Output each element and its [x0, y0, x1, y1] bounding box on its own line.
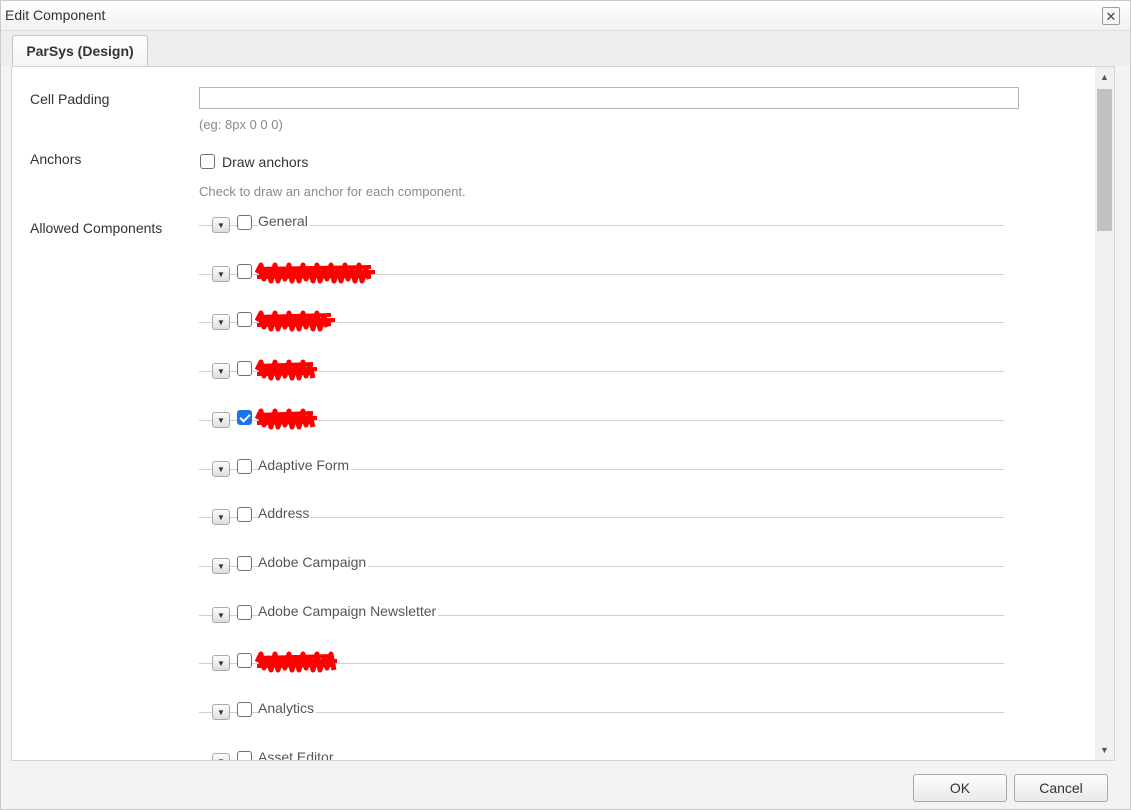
design-panel: Cell Padding (eg: 8px 0 0 0) Anchors Dra…: [11, 66, 1115, 761]
component-group-checkbox[interactable]: [237, 605, 252, 620]
expand-triangle-down-icon[interactable]: ▼: [212, 363, 230, 379]
cell-padding-input[interactable]: [199, 87, 1019, 109]
expand-triangle-down-icon[interactable]: ▼: [212, 461, 230, 477]
component-group-checkbox[interactable]: [237, 751, 252, 760]
component-group-row: ▼ Analytics: [199, 699, 1004, 723]
row-divider: [199, 517, 1004, 518]
component-group-row: ▼ Adobe Campaign Newsletter: [199, 602, 1004, 626]
ok-button[interactable]: OK: [913, 774, 1007, 802]
tab-parsys-design[interactable]: ParSys (Design): [12, 35, 148, 66]
row-divider: [199, 712, 1004, 713]
component-group-checkbox[interactable]: [237, 556, 252, 571]
component-group-checkbox[interactable]: [237, 361, 252, 376]
expand-triangle-down-icon[interactable]: ▼: [212, 655, 230, 671]
cell-padding-hint: (eg: 8px 0 0 0): [199, 117, 283, 132]
component-group-row: ▼: [199, 358, 1004, 382]
dialog-title: Edit Component: [5, 7, 106, 23]
component-group-checkbox[interactable]: [237, 653, 252, 668]
component-group-checkbox[interactable]: [237, 215, 252, 230]
component-group-label[interactable]: Adaptive Form: [258, 457, 352, 473]
expand-triangle-down-icon[interactable]: ▼: [212, 314, 230, 330]
draw-anchors-checkbox[interactable]: [200, 154, 215, 169]
redaction-scribble: [255, 310, 336, 332]
tab-strip: ParSys (Design): [1, 31, 1130, 66]
component-group-row: ▼: [199, 407, 1004, 431]
component-group-checkbox[interactable]: [237, 410, 252, 425]
scroll-down-arrow-icon[interactable]: ▼: [1095, 740, 1114, 760]
component-group-checkbox[interactable]: [237, 507, 252, 522]
component-group-row: ▼: [199, 650, 1004, 674]
cell-padding-label: Cell Padding: [30, 91, 110, 107]
row-divider: [199, 225, 1004, 226]
component-group-row: ▼ General: [199, 212, 1004, 236]
component-group-row: ▼: [199, 309, 1004, 333]
anchors-label: Anchors: [30, 151, 82, 167]
component-group-label[interactable]: General: [258, 213, 310, 229]
redaction-scribble: [255, 651, 338, 673]
scroll-thumb[interactable]: [1097, 89, 1112, 231]
expand-triangle-down-icon[interactable]: ▼: [212, 412, 230, 428]
expand-triangle-down-icon[interactable]: ▼: [212, 509, 230, 525]
expand-triangle-down-icon[interactable]: ▼: [212, 266, 230, 282]
edit-component-dialog: Edit Component ✕ ParSys (Design) Cell Pa…: [0, 0, 1131, 810]
component-group-label[interactable]: Adobe Campaign Newsletter: [258, 603, 439, 619]
component-group-row: ▼ Asset Editor: [199, 748, 1004, 760]
expand-triangle-down-icon[interactable]: ▼: [212, 217, 230, 233]
close-icon[interactable]: ✕: [1102, 7, 1120, 25]
expand-triangle-down-icon[interactable]: ▼: [212, 558, 230, 574]
expand-triangle-down-icon[interactable]: ▼: [212, 607, 230, 623]
anchors-hint: Check to draw an anchor for each compone…: [199, 184, 466, 199]
scroll-up-arrow-icon[interactable]: ▲: [1095, 67, 1114, 87]
component-group-checkbox[interactable]: [237, 459, 252, 474]
allowed-components-label: Allowed Components: [30, 220, 163, 236]
dialog-footer: OK Cancel: [1, 761, 1130, 809]
component-group-label[interactable]: Adobe Campaign: [258, 554, 369, 570]
component-group-row: ▼ Address: [199, 504, 1004, 528]
draw-anchors-label[interactable]: Draw anchors: [222, 154, 308, 170]
component-group-label[interactable]: Address: [258, 505, 312, 521]
component-group-row: ▼ Adaptive Form: [199, 456, 1004, 480]
expand-triangle-down-icon[interactable]: ▼: [212, 704, 230, 720]
redaction-scribble: [255, 408, 318, 430]
component-group-label[interactable]: Asset Editor: [258, 749, 336, 760]
dialog-titlebar[interactable]: Edit Component ✕: [1, 1, 1130, 31]
component-group-checkbox[interactable]: [237, 702, 252, 717]
vertical-scrollbar[interactable]: ▲ ▼: [1095, 67, 1114, 760]
redaction-scribble: [255, 359, 318, 381]
expand-triangle-down-icon[interactable]: ▼: [212, 753, 230, 760]
component-group-row: ▼: [199, 261, 1004, 285]
component-group-checkbox[interactable]: [237, 264, 252, 279]
cancel-button[interactable]: Cancel: [1014, 774, 1108, 802]
component-group-row: ▼ Adobe Campaign: [199, 553, 1004, 577]
redaction-scribble: [255, 262, 376, 284]
component-group-checkbox[interactable]: [237, 312, 252, 327]
component-group-label[interactable]: Analytics: [258, 700, 317, 716]
